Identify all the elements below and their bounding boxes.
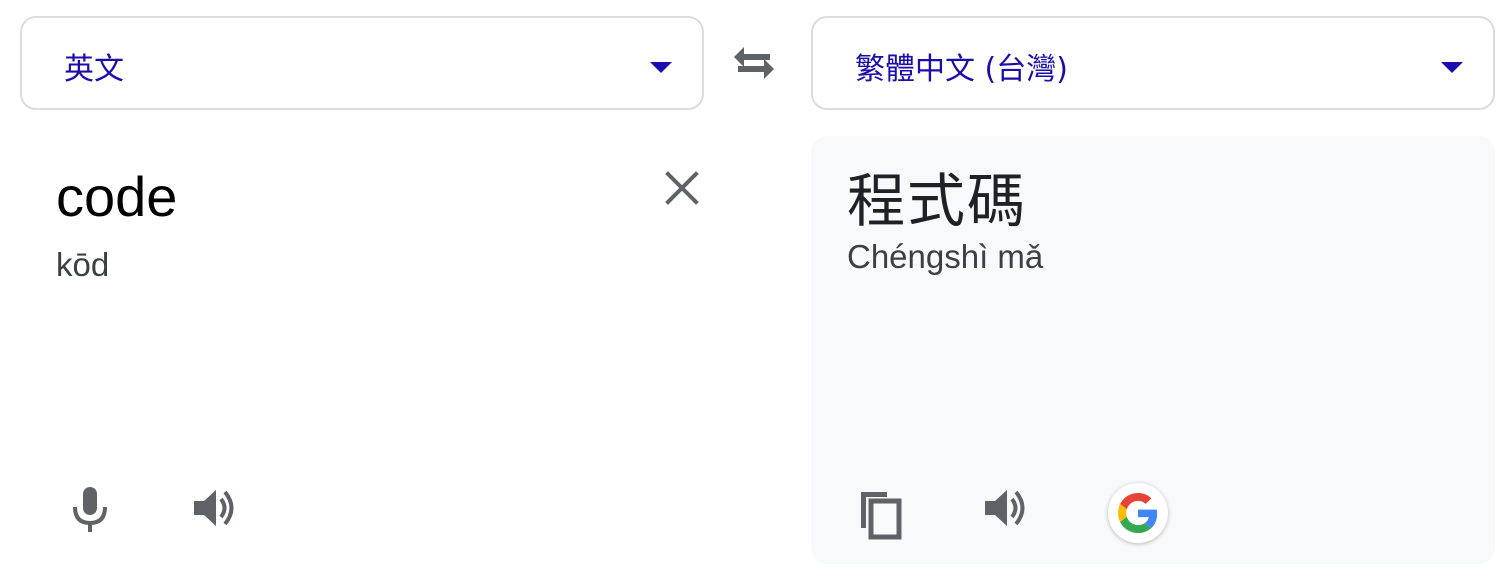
speaker-icon [985, 490, 1025, 526]
source-language-label: 英文 [64, 52, 124, 87]
google-search-button[interactable] [1108, 483, 1168, 543]
triangle-down-icon [1441, 62, 1463, 73]
target-romanization: Chéngshì mǎ [847, 238, 1044, 275]
microphone-icon [73, 487, 107, 532]
microphone-button[interactable] [62, 482, 118, 538]
copy-button[interactable] [853, 486, 909, 542]
listen-source-button[interactable] [188, 480, 244, 536]
listen-target-button[interactable] [979, 480, 1035, 536]
target-language-select[interactable]: 繁體中文 (台灣) [811, 16, 1495, 110]
speaker-icon [194, 490, 234, 526]
close-icon [665, 171, 699, 205]
target-text: 程式碼 [847, 167, 1028, 235]
target-panel: 程式碼 Chéngshì mǎ [811, 136, 1495, 564]
triangle-down-icon [650, 62, 672, 73]
google-g-icon [1118, 493, 1158, 533]
source-romanization: kōd [56, 246, 110, 283]
source-panel: code kōd [20, 136, 704, 564]
target-language-label: 繁體中文 (台灣) [855, 52, 1068, 87]
copy-icon [861, 492, 902, 540]
swap-languages-button[interactable] [724, 38, 784, 88]
translate-widget: 英文 繁體中文 (台灣) code kōd 程式碼 Chéngshì mǎ [0, 0, 1506, 584]
clear-button[interactable] [654, 160, 710, 216]
swap-arrows-icon [734, 47, 774, 79]
source-text[interactable]: code [56, 164, 177, 229]
source-language-select[interactable]: 英文 [20, 16, 704, 110]
